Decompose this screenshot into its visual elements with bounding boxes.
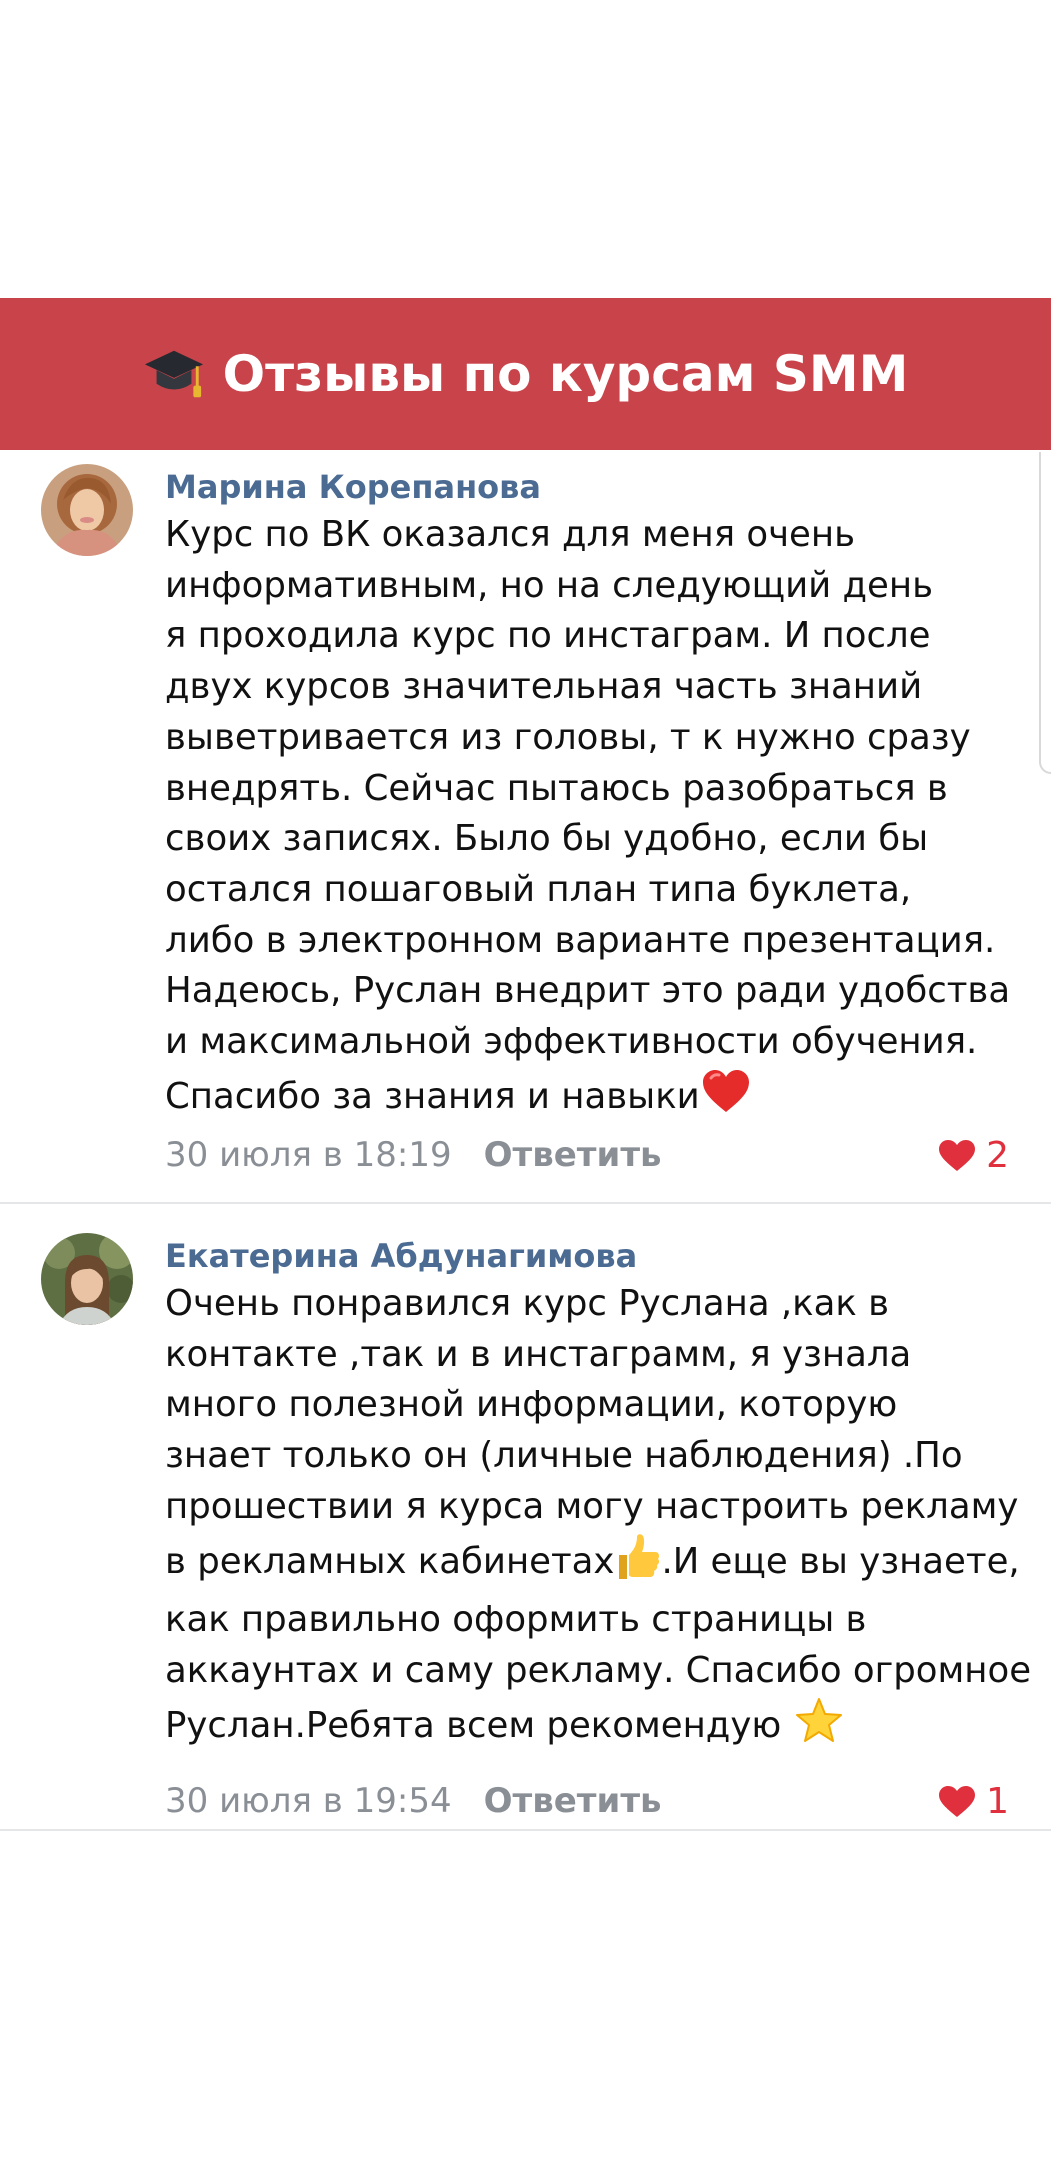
- comment-line: Очень понравился курс Руслана ,как в: [165, 1283, 889, 1324]
- header-banner: Отзывы по курсам SMM: [0, 298, 1051, 450]
- star-icon: [794, 1697, 844, 1760]
- reply-button[interactable]: Ответить: [484, 1135, 662, 1175]
- comment-line: контакте ,так и в инстаграмм, я узнала: [165, 1333, 912, 1375]
- like-count: 2: [986, 1135, 1009, 1176]
- comment-line: Руслан.Ребята всем рекомендую: [165, 1704, 782, 1746]
- comment-line: двух курсов значительная часть знаний: [165, 666, 923, 708]
- comment-line-with-emoji: в рекламных кабинетах .И еще вы узнаете,: [165, 1533, 1020, 1596]
- comment-line: и максимальной эффективности обучения.: [165, 1021, 978, 1063]
- comment-line: как правильно оформить страницы в: [165, 1599, 867, 1641]
- comment-line: информативным, но на следующий день: [165, 564, 934, 606]
- heart-icon: [938, 1785, 976, 1819]
- graduation-cap-icon: [143, 343, 205, 405]
- comment-line: знает только он (личные наблюдения) .По: [165, 1435, 963, 1477]
- red-heart-icon: [701, 1068, 751, 1131]
- comment-line: Спасибо за знания и навыки: [165, 1075, 700, 1117]
- author-name[interactable]: Екатерина Абдунагимова: [165, 1237, 637, 1275]
- comment-line: прошествии я курса могу настроить реклам…: [165, 1485, 1019, 1527]
- comment-line: в рекламных кабинетах: [165, 1540, 615, 1582]
- thumbs-up-icon: [615, 1533, 661, 1596]
- heart-icon: [938, 1139, 976, 1173]
- page-title: Отзывы по курсам SMM: [222, 345, 909, 403]
- page: Отзывы по курсам SMM Марина Корепанова К…: [0, 0, 1051, 2160]
- like-button[interactable]: 1: [938, 1781, 1009, 1822]
- comment-line-last: Руслан.Ребята всем рекомендую: [165, 1697, 1005, 1760]
- comment-line: .И еще вы узнаете,: [661, 1540, 1020, 1582]
- like-count: 1: [986, 1781, 1009, 1822]
- comment-line: аккаунтах и саму рекламу. Спасибо огромн…: [165, 1649, 1032, 1691]
- reply-button[interactable]: Ответить: [484, 1781, 662, 1821]
- header-content: Отзывы по курсам SMM: [143, 343, 909, 405]
- like-button[interactable]: 2: [938, 1135, 1009, 1176]
- comment-line: Надеюсь, Руслан внедрит это ради удобств…: [165, 970, 1011, 1012]
- avatar[interactable]: [41, 464, 133, 556]
- divider: [0, 1829, 1051, 1831]
- comment-line-last: Спасибо за знания и навыки: [165, 1068, 1005, 1131]
- scroll-edge: [1039, 452, 1051, 774]
- comment-line: Курс по ВК оказался для меня очень: [165, 514, 856, 555]
- comment-meta: 30 июля в 18:19 Ответить: [165, 1135, 662, 1175]
- comment-line: своих записях. Было бы удобно, если бы: [165, 818, 929, 860]
- comment-date[interactable]: 30 июля в 19:54: [165, 1781, 452, 1821]
- comment-meta: 30 июля в 19:54 Ответить: [165, 1781, 662, 1821]
- comment-line: внедрять. Сейчас пытаюсь разобраться в: [165, 767, 948, 809]
- divider: [0, 1202, 1051, 1204]
- comment-line: я проходила курс по инстаграм. И после: [165, 615, 931, 657]
- avatar[interactable]: [41, 1233, 133, 1325]
- comment-line: много полезной информации, которую: [165, 1384, 898, 1426]
- comment-line: выветривается из головы, т к нужно сразу: [165, 716, 971, 758]
- author-name[interactable]: Марина Корепанова: [165, 468, 541, 506]
- comment-line: остался пошаговый план типа буклета,: [165, 868, 912, 910]
- comment-date[interactable]: 30 июля в 18:19: [165, 1135, 452, 1175]
- comment-text: Очень понравился курс Руслана ,как в кон…: [165, 1279, 1032, 1760]
- comment-line: либо в электронном варианте презентация.: [165, 919, 996, 961]
- comment-text: Курс по ВК оказался для меня очень инфор…: [165, 510, 1011, 1131]
